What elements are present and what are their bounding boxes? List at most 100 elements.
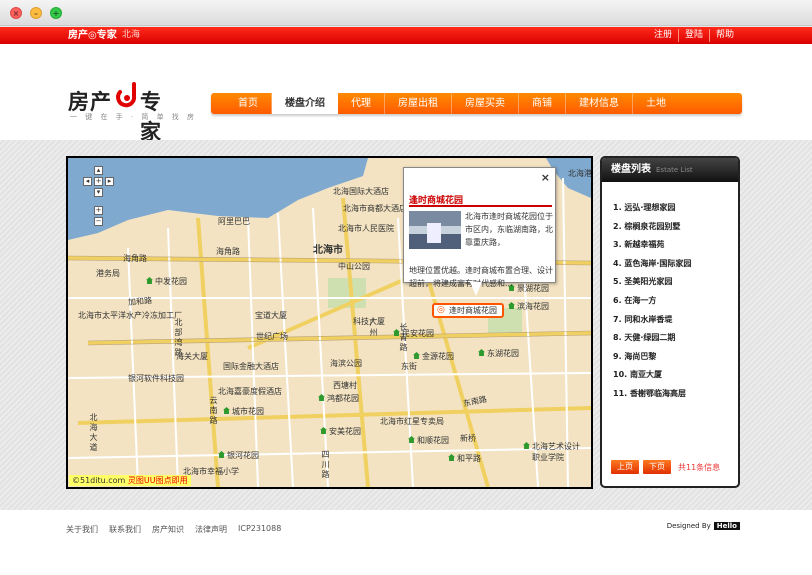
estate-info-popup: × 逢时商城花园 北海市逢时商城花园位于市区内，东临湖南路，北靠重庆路， 地理位… bbox=[403, 167, 556, 288]
nav-buy-sell[interactable]: 房屋买卖 bbox=[452, 93, 519, 114]
nav-home[interactable]: 首页 bbox=[225, 93, 272, 114]
nav-materials[interactable]: 建材信息 bbox=[566, 93, 633, 114]
designer-logo[interactable]: Hello bbox=[713, 522, 740, 530]
map-label: 北海市商都大酒店 bbox=[343, 204, 407, 213]
nav-rent[interactable]: 房屋出租 bbox=[385, 93, 452, 114]
register-link[interactable]: 注册 bbox=[648, 29, 678, 42]
footer-link-knowledge[interactable]: 房产知识 bbox=[152, 524, 184, 535]
site-header: 房产 专家 一 键 在 手 · 简 单 找 房 bbox=[0, 44, 812, 144]
nav-estate-intro[interactable]: 楼盘介绍 bbox=[272, 90, 338, 114]
strip-brand: 房产◎专家 bbox=[68, 30, 117, 41]
map-label: 海滨公园 bbox=[330, 359, 362, 368]
map-poi[interactable]: 和平路 bbox=[448, 453, 481, 464]
pan-left-icon[interactable]: ◂ bbox=[83, 177, 92, 186]
map-poi[interactable]: 金源花园 bbox=[413, 351, 454, 362]
estate-item[interactable]: 3. 新越幸福苑 bbox=[613, 236, 738, 255]
map-poi[interactable]: 鸿都花园 bbox=[318, 393, 359, 404]
slogan: 一 键 在 手 · 简 单 找 房 bbox=[70, 113, 198, 121]
top-strip: 房产◎专家 北海 注册 登陆 帮助 bbox=[0, 27, 812, 44]
total-count: 共11条信息 bbox=[678, 462, 721, 472]
estate-list-header: 楼盘列表 Estate List bbox=[602, 158, 738, 182]
popup-description: 北海市逢时商城花园位于市区内，东临湖南路，北靠重庆路， bbox=[465, 212, 553, 247]
nav-shops[interactable]: 商铺 bbox=[519, 93, 566, 114]
footer-icp[interactable]: ICP231088 bbox=[238, 524, 281, 535]
pan-up-icon[interactable]: ▴ bbox=[94, 166, 103, 175]
estate-list: 1. 远弘·理想家园 2. 棕榈泉花园别墅 3. 新越幸福苑 4. 蓝色海岸·国… bbox=[602, 182, 738, 404]
next-page-button[interactable]: 下页 bbox=[643, 460, 671, 474]
close-window-icon[interactable]: × bbox=[10, 7, 22, 19]
map-poi[interactable]: 北海艺术设计职业学院 bbox=[523, 441, 583, 463]
map-label-city: 北海市 bbox=[313, 245, 343, 256]
map-label: 海角路 bbox=[123, 254, 147, 263]
window-titlebar: × – + bbox=[0, 0, 812, 26]
estate-marker[interactable]: 逢时商城花园 bbox=[432, 303, 504, 318]
popup-close-icon[interactable]: × bbox=[541, 171, 550, 184]
estate-item[interactable]: 4. 蓝色海岸·国际家园 bbox=[613, 255, 738, 274]
zoom-out-icon[interactable]: − bbox=[94, 217, 103, 226]
maximize-window-icon[interactable]: + bbox=[50, 7, 62, 19]
map-poi[interactable]: 中发花园 bbox=[146, 276, 187, 287]
map-poi[interactable]: 城市花园 bbox=[223, 406, 264, 417]
estate-item[interactable]: 9. 海尚巴黎 bbox=[613, 348, 738, 367]
map-credit: ©51ditu.com 灵图UU图点即用 bbox=[69, 475, 191, 486]
nav-agency[interactable]: 代理 bbox=[338, 93, 385, 114]
nav-land[interactable]: 土地 bbox=[633, 93, 679, 114]
estate-item[interactable]: 2. 棕榈泉花园别墅 bbox=[613, 218, 738, 237]
login-link[interactable]: 登陆 bbox=[677, 29, 709, 42]
map-poi[interactable]: 和顺花园 bbox=[408, 435, 449, 446]
map-label: 北海嘉豪度假酒店 bbox=[218, 387, 282, 396]
estate-item[interactable]: 1. 远弘·理想家园 bbox=[613, 199, 738, 218]
map-label: 中山公园 bbox=[338, 262, 370, 271]
estate-pager: 上页 下页 共11条信息 bbox=[611, 460, 720, 474]
estate-item[interactable]: 7. 同和水岸香堤 bbox=[613, 311, 738, 330]
map-label: 海角路 bbox=[216, 247, 240, 256]
estate-item[interactable]: 8. 天健·绿园二期 bbox=[613, 329, 738, 348]
map-label: 国际金融大酒店 bbox=[223, 362, 279, 371]
pan-down-icon[interactable]: ▾ bbox=[94, 188, 103, 197]
map-label: 宝道大厦 bbox=[255, 311, 287, 320]
estate-item[interactable]: 5. 圣美阳光家园 bbox=[613, 273, 738, 292]
map-poi[interactable]: 银河花园 bbox=[218, 450, 259, 461]
map-poi[interactable]: 东湖花园 bbox=[478, 348, 519, 359]
map-label: 加和路 bbox=[127, 295, 153, 308]
map-label: 云南路 bbox=[209, 396, 218, 426]
map-label: 东街 bbox=[401, 362, 417, 371]
popup-divider bbox=[409, 205, 552, 207]
map-view[interactable]: 北海市 海角路 港务局 中发花园 海角路 阿里巴巴 北海国际大酒店 北海市商都大… bbox=[66, 156, 593, 489]
map-label: 北海港 bbox=[568, 169, 592, 178]
map-label: 四川路 bbox=[321, 450, 330, 480]
pan-center-icon[interactable]: + bbox=[94, 177, 103, 186]
estate-item[interactable]: 6. 在海一方 bbox=[613, 292, 738, 311]
map-label: 北海市红星专卖局 bbox=[380, 417, 444, 426]
map-label: 港务局 bbox=[96, 269, 120, 278]
map-label: 新桥 bbox=[460, 434, 476, 443]
map-label: 北海大道 bbox=[89, 413, 98, 453]
help-link[interactable]: 帮助 bbox=[708, 29, 740, 42]
popup-photo bbox=[409, 211, 461, 249]
map-label: 长青路 bbox=[399, 323, 408, 353]
minimize-window-icon[interactable]: – bbox=[30, 7, 42, 19]
footer-link-contact[interactable]: 联系我们 bbox=[109, 524, 141, 535]
zoom-in-icon[interactable]: + bbox=[94, 206, 103, 215]
footer-link-about[interactable]: 关于我们 bbox=[66, 524, 98, 535]
map-label: 广州 bbox=[369, 318, 378, 338]
site-footer: 关于我们 联系我们 房产知识 法律声明 ICP231088 Designed B… bbox=[0, 510, 812, 575]
prev-page-button[interactable]: 上页 bbox=[611, 460, 639, 474]
logo-mark-icon bbox=[116, 82, 137, 108]
site-logo[interactable]: 房产 专家 一 键 在 手 · 简 单 找 房 bbox=[68, 82, 198, 144]
map-label: 海关大厦 bbox=[176, 352, 208, 361]
footer-link-legal[interactable]: 法律声明 bbox=[195, 524, 227, 535]
top-links: 注册 登陆 帮助 bbox=[648, 29, 740, 42]
pan-right-icon[interactable]: ▸ bbox=[105, 177, 114, 186]
designed-by: Designed By Hello bbox=[667, 522, 740, 530]
map-poi[interactable]: 滨海花园 bbox=[508, 301, 549, 312]
map-label: 北海市人民医院 bbox=[338, 224, 394, 233]
strip-city: 北海 bbox=[122, 30, 141, 40]
map-label: 银河软件科技园 bbox=[128, 374, 184, 383]
logo-text-left: 房产 bbox=[68, 89, 112, 114]
popup-tail bbox=[470, 282, 482, 296]
estate-item[interactable]: 10. 南亚大厦 bbox=[613, 366, 738, 385]
map-poi[interactable]: 安美花园 bbox=[320, 426, 361, 437]
map-label: 北海市太平洋水产冷冻加工厂 bbox=[78, 311, 182, 320]
estate-item[interactable]: 11. 香榭鄂临海高层 bbox=[613, 385, 738, 404]
